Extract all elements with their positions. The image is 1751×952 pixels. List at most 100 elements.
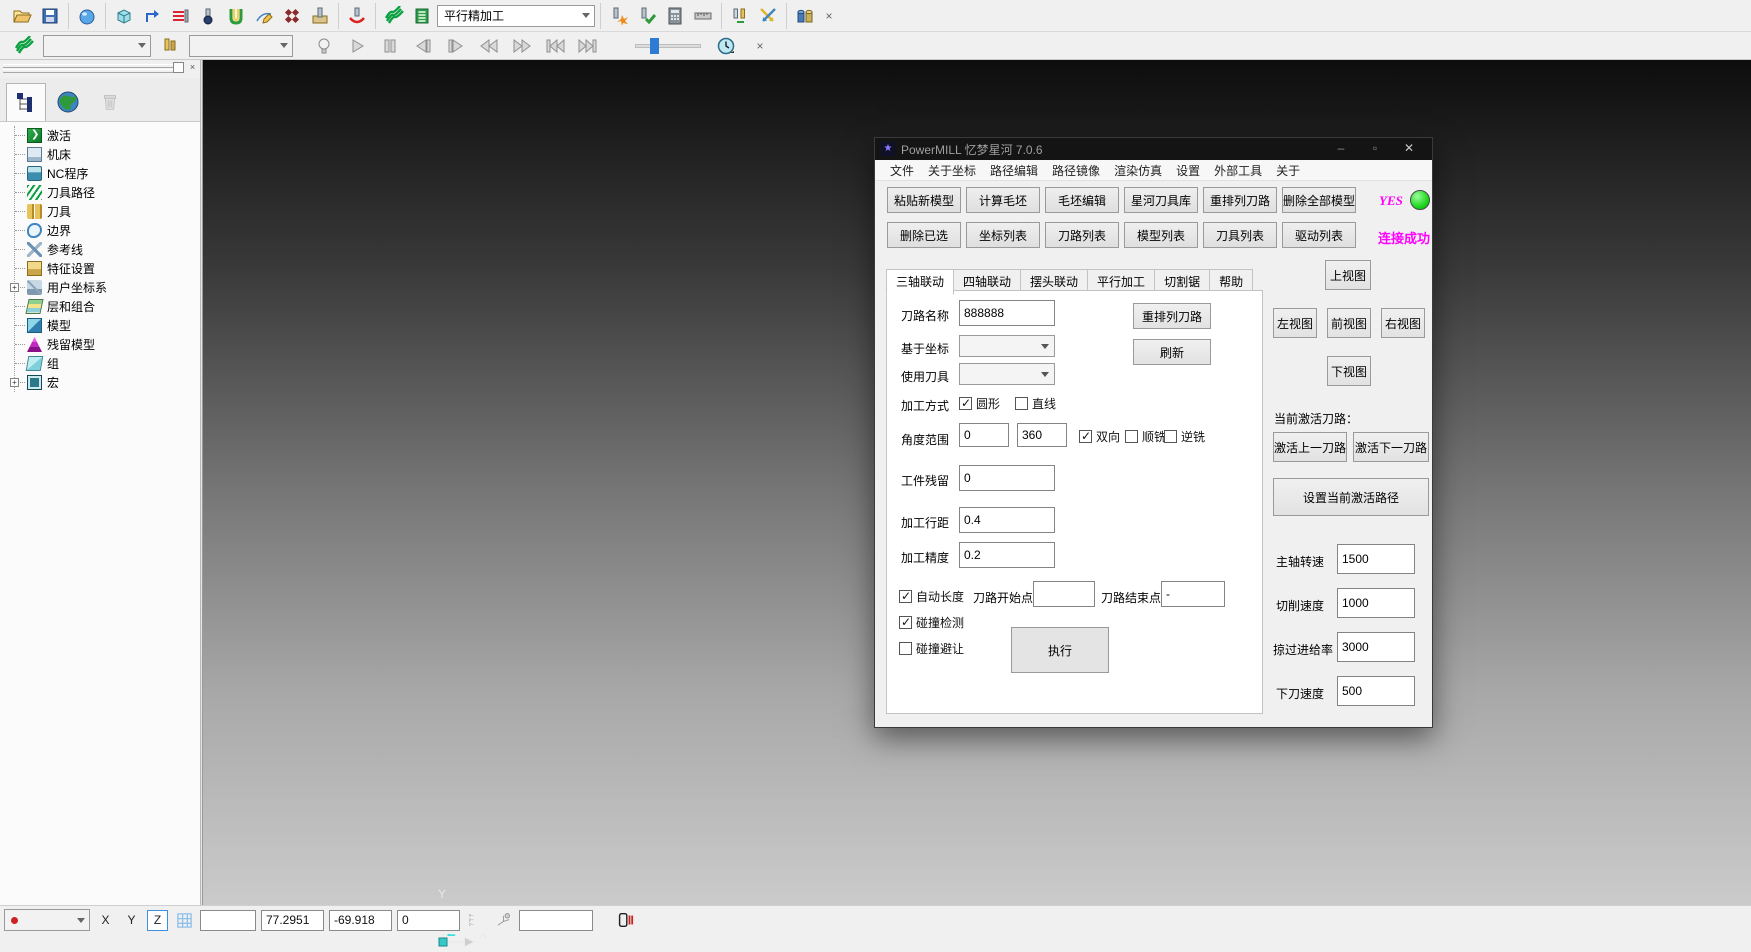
axis-x-toggle[interactable]: X bbox=[95, 910, 116, 931]
explorer-tab-tree[interactable] bbox=[6, 83, 46, 121]
dialog-menu-item[interactable]: 外部工具 bbox=[1207, 160, 1269, 181]
dialog-titlebar[interactable]: ★ PowerMILL 忆梦星河 7.0.6 – ▫ ✕ bbox=[875, 138, 1432, 160]
block-button[interactable] bbox=[111, 4, 137, 28]
sim-toolpath-button[interactable] bbox=[11, 34, 37, 58]
rapid-moves-button[interactable] bbox=[139, 4, 165, 28]
cursor-z-input[interactable]: 0 bbox=[397, 910, 460, 931]
checkbox-icon[interactable] bbox=[899, 616, 912, 629]
grid-toggle-button[interactable] bbox=[173, 909, 195, 931]
stock-pair-button[interactable] bbox=[792, 4, 818, 28]
dialog-button-delete-selected[interactable]: 删除已选 bbox=[887, 222, 961, 248]
start-point-input[interactable] bbox=[1033, 581, 1095, 607]
toolpath-button[interactable] bbox=[381, 4, 407, 28]
measure-button[interactable] bbox=[690, 4, 716, 28]
stepover-input[interactable]: 0.4 bbox=[959, 507, 1055, 533]
sim-to-end-button[interactable] bbox=[575, 34, 601, 58]
dialog-menu-item[interactable]: 关于 bbox=[1269, 160, 1307, 181]
dialog-button-toolpath-list[interactable]: 刀路列表 bbox=[1045, 222, 1119, 248]
reorder-toolpath-button[interactable]: 重排列刀路 bbox=[1133, 303, 1211, 329]
swap-axes-button[interactable] bbox=[755, 4, 781, 28]
view-right-button[interactable]: 右视图 bbox=[1381, 308, 1425, 338]
ball-tool-button[interactable] bbox=[195, 4, 221, 28]
dialog-minimize-button[interactable]: – bbox=[1324, 138, 1358, 160]
based-coord-select[interactable] bbox=[959, 335, 1055, 357]
dialog-button-tool-list[interactable]: 刀具列表 bbox=[1203, 222, 1277, 248]
z-heights-button[interactable] bbox=[167, 4, 193, 28]
dock-float-button[interactable] bbox=[173, 62, 184, 73]
spindle-speed-input[interactable]: 1500 bbox=[1337, 544, 1415, 574]
activate-prev-toolpath-button[interactable]: 激活上一刀路 bbox=[1273, 432, 1347, 462]
sim-search-back-button[interactable] bbox=[476, 34, 502, 58]
stock-allowance-input[interactable]: 0 bbox=[959, 465, 1055, 491]
dialog-menu-item[interactable]: 渲染仿真 bbox=[1107, 160, 1169, 181]
tree-expander-icon[interactable]: + bbox=[10, 283, 19, 292]
conventional-mill-checkbox[interactable]: 逆铣 bbox=[1164, 428, 1205, 445]
tree-item-nc-programs[interactable]: + NC程序 bbox=[15, 164, 200, 183]
execute-button[interactable]: 执行 bbox=[1011, 627, 1109, 673]
toolpath-name-input[interactable]: 888888 bbox=[959, 300, 1055, 326]
auto-length-checkbox[interactable]: 自动长度 bbox=[899, 588, 964, 605]
method-circle-checkbox[interactable]: 圆形 bbox=[959, 395, 1000, 412]
sim-to-start-button[interactable] bbox=[542, 34, 568, 58]
cursor-y-input[interactable]: -69.918 bbox=[329, 910, 392, 931]
tool-verify-button[interactable] bbox=[634, 4, 660, 28]
tree-expander-icon[interactable]: + bbox=[10, 378, 19, 387]
slider-handle[interactable] bbox=[650, 38, 659, 54]
checkbox-icon[interactable] bbox=[1079, 430, 1092, 443]
collision-avoid-checkbox[interactable]: 碰撞避让 bbox=[899, 640, 964, 657]
dialog-menu-item[interactable]: 设置 bbox=[1169, 160, 1207, 181]
dialog-button-xinghe-tool-library[interactable]: 星河刀具库 bbox=[1124, 187, 1198, 213]
dialog-menu-item[interactable]: 路径镜像 bbox=[1045, 160, 1107, 181]
toolbar-close-button[interactable]: × bbox=[820, 9, 838, 23]
cutting-feed-input[interactable]: 1000 bbox=[1337, 588, 1415, 618]
axis-y-toggle[interactable]: Y bbox=[121, 910, 142, 931]
sim-play-button[interactable] bbox=[344, 34, 370, 58]
pattern-draw-button[interactable] bbox=[251, 4, 277, 28]
arc-fit-button[interactable] bbox=[344, 4, 370, 28]
tree-item-macros[interactable]: + 宏 bbox=[15, 373, 200, 392]
dialog-button-drive-list[interactable]: 驱动列表 bbox=[1282, 222, 1356, 248]
dialog-button-delete-all-models[interactable]: 删除全部模型 bbox=[1282, 187, 1356, 213]
dialog-tab-tab-3axis[interactable]: 三轴联动 bbox=[886, 269, 954, 295]
dialog-maximize-button[interactable]: ▫ bbox=[1358, 138, 1392, 160]
sim-clock-button[interactable] bbox=[713, 34, 739, 58]
skim-feed-input[interactable]: 3000 bbox=[1337, 632, 1415, 662]
use-tool-select[interactable] bbox=[959, 363, 1055, 385]
set-active-path-button[interactable]: 设置当前激活路径 bbox=[1273, 478, 1429, 516]
tree-item-models[interactable]: + 模型 bbox=[15, 316, 200, 335]
end-point-input[interactable]: - bbox=[1161, 581, 1225, 607]
checkbox-icon[interactable] bbox=[1164, 430, 1177, 443]
tolerance-input[interactable]: 0.2 bbox=[959, 542, 1055, 568]
sim-toolpath-combobox[interactable] bbox=[43, 35, 151, 57]
workplane-combobox[interactable] bbox=[4, 909, 90, 931]
sim-search-forward-button[interactable] bbox=[509, 34, 535, 58]
collision-check-checkbox[interactable]: 碰撞检测 bbox=[899, 614, 964, 631]
tree-item-workplanes[interactable]: + 用户坐标系 bbox=[15, 278, 200, 297]
open-project-button[interactable] bbox=[9, 4, 35, 28]
dialog-button-compute-stock[interactable]: 计算毛坯 bbox=[966, 187, 1040, 213]
tree-item-toolpaths[interactable]: + 刀具路径 bbox=[15, 183, 200, 202]
checkbox-icon[interactable] bbox=[959, 397, 972, 410]
tree-item-feature-sets[interactable]: + 特征设置 bbox=[15, 259, 200, 278]
checkbox-icon[interactable] bbox=[1125, 430, 1138, 443]
save-project-button[interactable] bbox=[37, 4, 63, 28]
sim-step-back-button[interactable] bbox=[410, 34, 436, 58]
sim-toolbar-close-button[interactable]: × bbox=[751, 39, 769, 53]
dock-gripper[interactable] bbox=[3, 69, 176, 73]
angle-to-input[interactable]: 360 bbox=[1017, 423, 1067, 447]
tree-item-groups[interactable]: + 组 bbox=[15, 354, 200, 373]
pattern-points-button[interactable] bbox=[279, 4, 305, 28]
checkbox-icon[interactable] bbox=[899, 590, 912, 603]
explorer-tab-web[interactable] bbox=[48, 83, 88, 121]
tree-item-patterns[interactable]: + 参考线 bbox=[15, 240, 200, 259]
sim-pause-button[interactable] bbox=[377, 34, 403, 58]
dialog-button-reorder-toolpaths[interactable]: 重排列刀路 bbox=[1203, 187, 1277, 213]
axis-z-toggle[interactable]: Z bbox=[147, 910, 168, 931]
dialog-menu-item[interactable]: 关于坐标 bbox=[921, 160, 983, 181]
sim-step-forward-button[interactable] bbox=[443, 34, 469, 58]
method-line-checkbox[interactable]: 直线 bbox=[1015, 395, 1056, 412]
explorer-tab-recycle[interactable] bbox=[90, 83, 130, 121]
climb-mill-checkbox[interactable]: 顺铣 bbox=[1125, 428, 1166, 445]
dialog-menu-item[interactable]: 路径编辑 bbox=[983, 160, 1045, 181]
grid-size-input[interactable] bbox=[200, 910, 256, 931]
